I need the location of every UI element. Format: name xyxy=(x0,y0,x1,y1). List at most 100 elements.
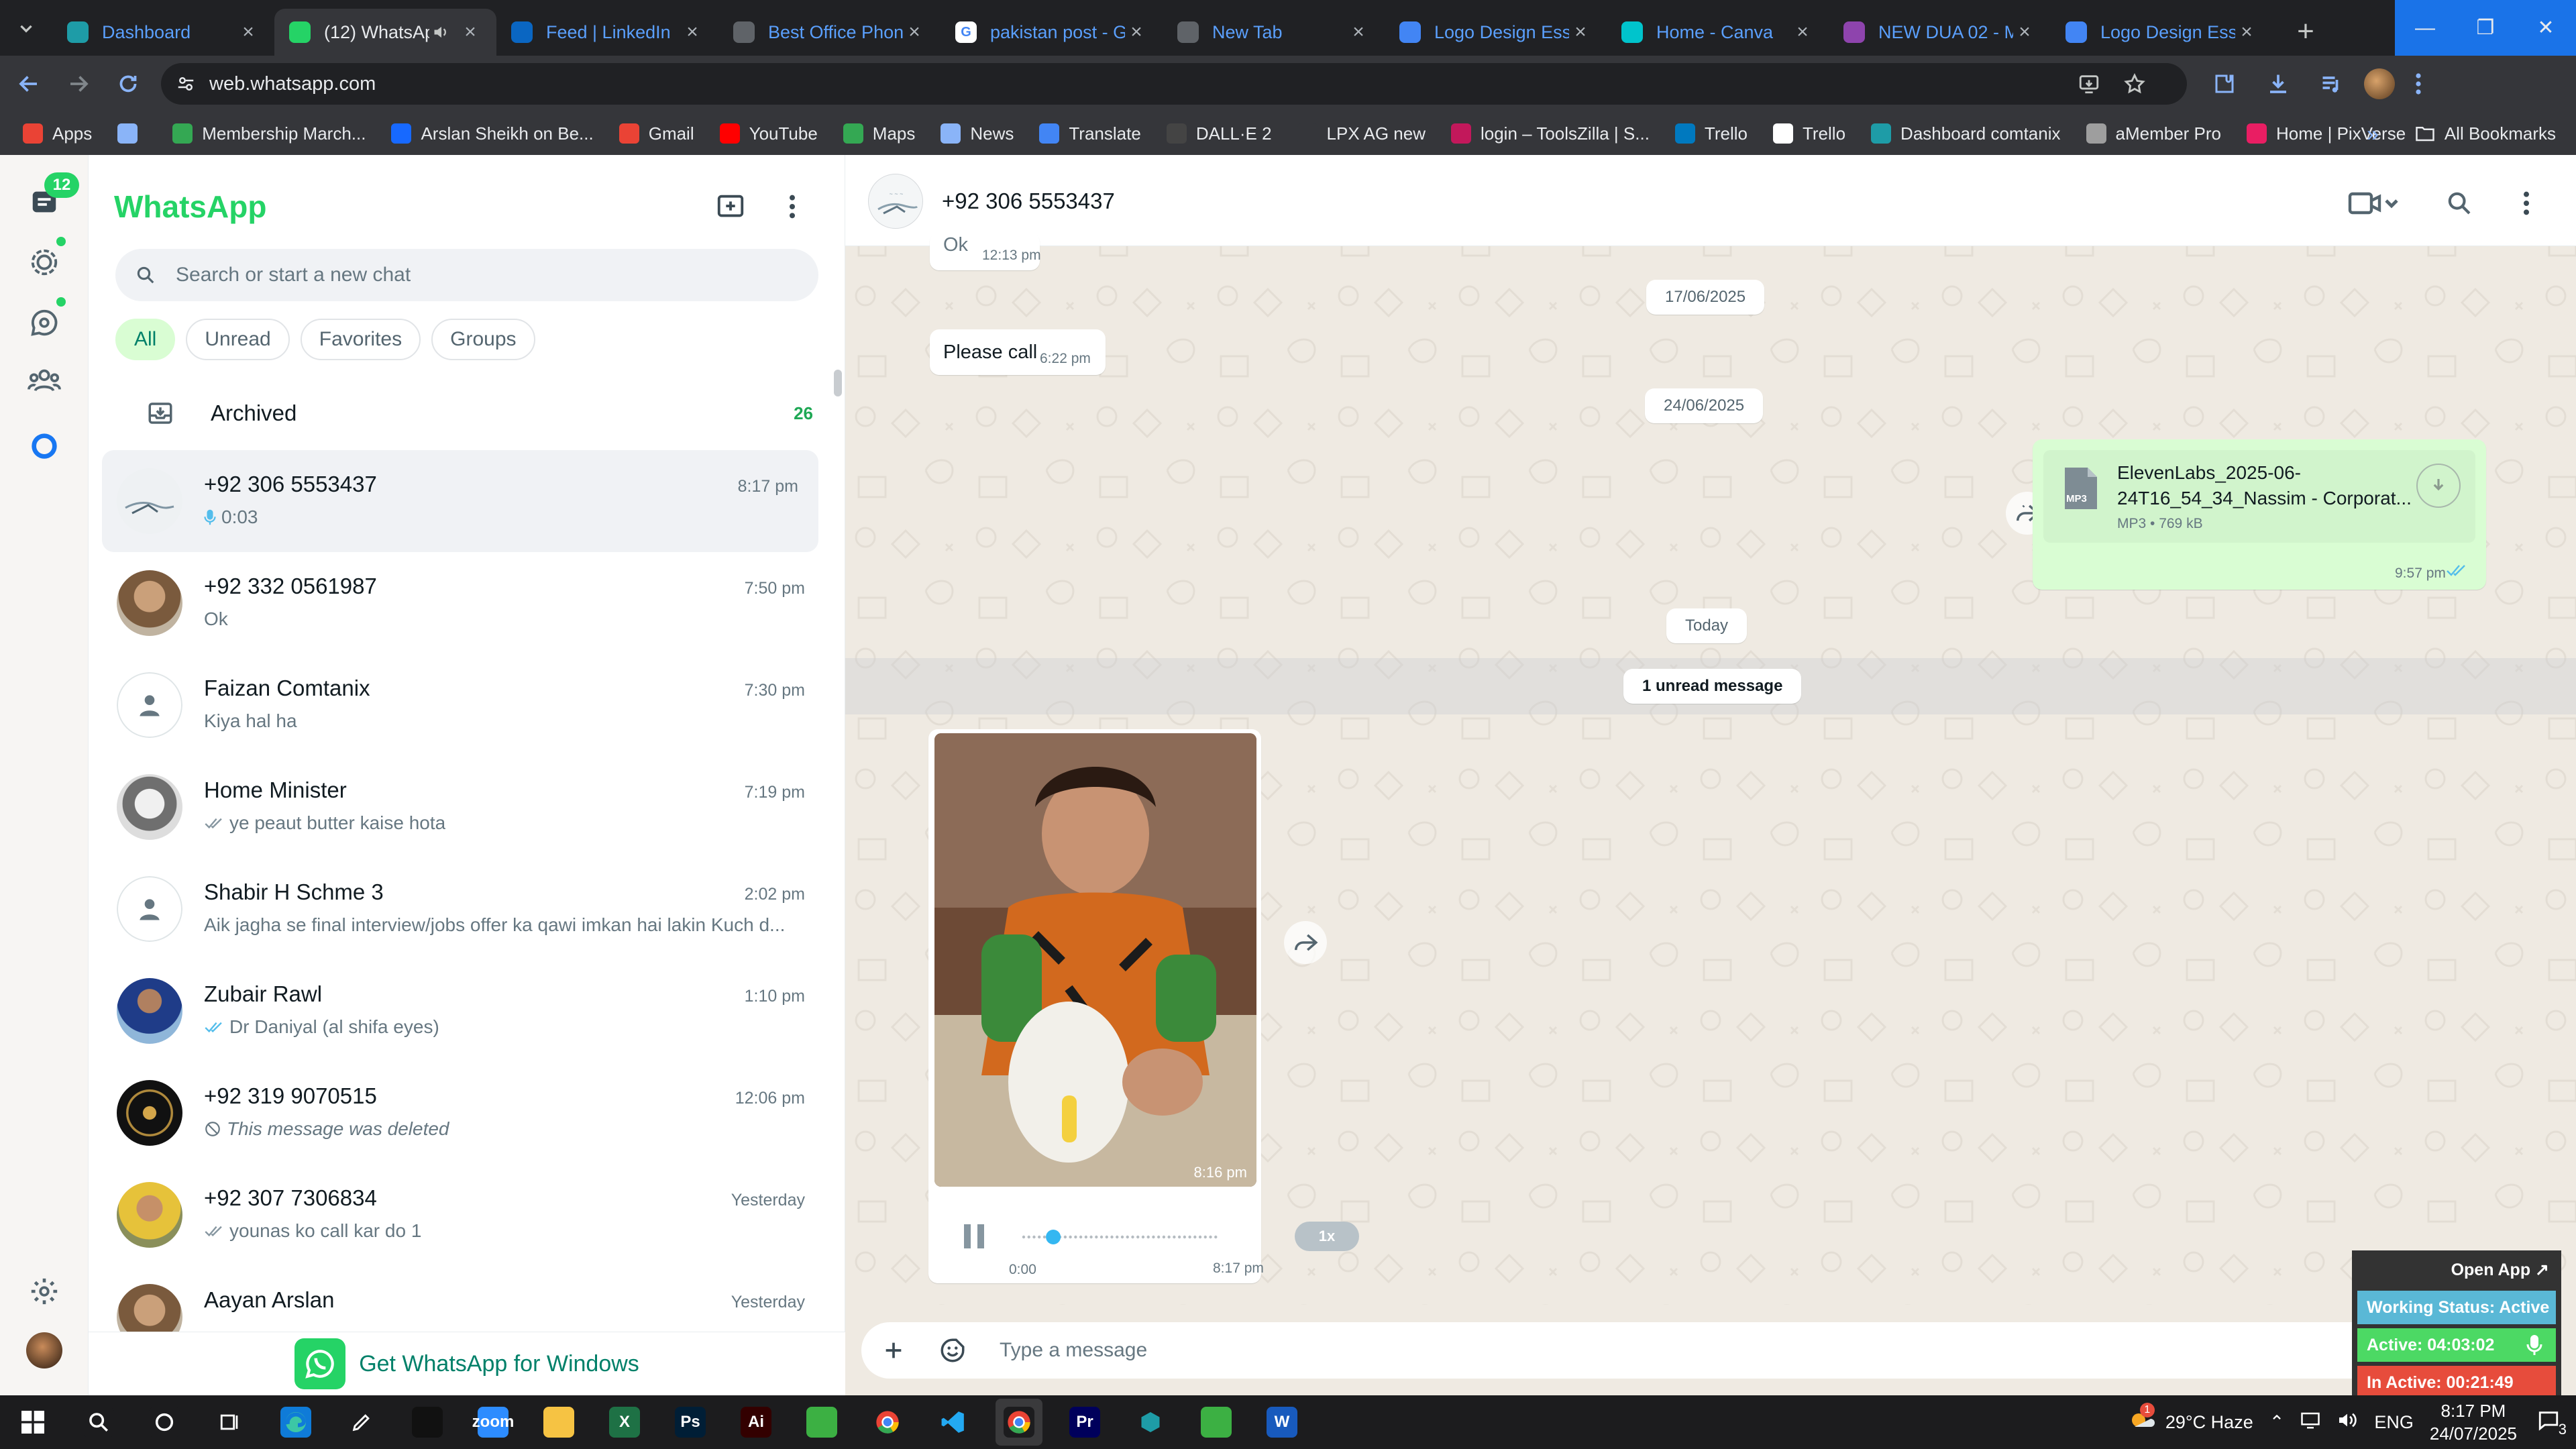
taskbar-photoshop-icon[interactable]: Ps xyxy=(667,1399,714,1446)
browser-tab[interactable]: New Tab × xyxy=(1163,9,1385,56)
video-call-dropdown[interactable] xyxy=(2344,183,2404,223)
taskbar-pen-icon[interactable] xyxy=(338,1399,385,1446)
volume-icon[interactable] xyxy=(2337,1411,2358,1434)
attach-plus-icon[interactable] xyxy=(873,1330,914,1371)
meta-ai-icon[interactable] xyxy=(24,426,64,466)
browser-tab[interactable]: Logo Design Esse × xyxy=(2051,9,2273,56)
close-window-button[interactable]: ✕ xyxy=(2516,0,2576,56)
reload-button[interactable] xyxy=(107,63,149,105)
close-tab-icon[interactable]: × xyxy=(2013,21,2036,44)
filter-favorites[interactable]: Favorites xyxy=(300,319,421,360)
pause-icon[interactable] xyxy=(955,1218,993,1255)
bookmark-item[interactable]: Maps xyxy=(843,123,915,144)
clock[interactable]: 8:17 PM 24/07/2025 xyxy=(2430,1399,2517,1445)
photo-message[interactable]: 8:16 pm xyxy=(934,733,1256,1187)
all-bookmarks-button[interactable]: All Bookmarks xyxy=(2415,123,2556,144)
language-indicator[interactable]: ENG xyxy=(2374,1412,2414,1433)
bookmark-item[interactable]: Membership March... xyxy=(172,123,366,144)
search-input[interactable]: Search or start a new chat xyxy=(115,249,818,301)
archived-row[interactable]: Archived 26 xyxy=(89,376,845,450)
bookmark-item[interactable] xyxy=(117,123,147,144)
filter-all[interactable]: All xyxy=(115,319,176,360)
site-info-icon[interactable] xyxy=(176,74,196,94)
channels-icon[interactable] xyxy=(24,303,64,343)
address-bar[interactable]: web.whatsapp.com xyxy=(161,63,2187,105)
taskbar-zoom-icon[interactable]: zoom xyxy=(470,1399,517,1446)
speaker-icon[interactable] xyxy=(429,23,453,41)
weather-widget[interactable]: 1 29°C Haze xyxy=(2127,1402,2253,1437)
chat-list-scrollbar[interactable] xyxy=(834,370,842,396)
network-icon[interactable] xyxy=(2300,1411,2320,1434)
playback-speed-button[interactable]: 1x xyxy=(1295,1222,1359,1251)
taskbar-start-icon[interactable] xyxy=(9,1399,56,1446)
taskbar-chrome-icon[interactable] xyxy=(864,1399,911,1446)
chat-list-item[interactable]: +92 307 7306834 Yesterday younas ko call k… xyxy=(89,1164,845,1266)
browser-tab[interactable]: Feed | LinkedIn × xyxy=(496,9,718,56)
browser-tab[interactable]: (12) WhatsApp × xyxy=(274,9,496,56)
install-app-icon[interactable] xyxy=(2076,70,2102,97)
close-tab-icon[interactable]: × xyxy=(681,21,704,44)
more-bookmarks-chevron-icon[interactable]: » xyxy=(2367,121,2379,146)
downloads-icon[interactable] xyxy=(2257,62,2300,105)
bookmark-item[interactable]: Dashboard comtanix xyxy=(1871,123,2061,144)
bookmark-star-icon[interactable] xyxy=(2121,70,2148,97)
taskbar-explorer-icon[interactable] xyxy=(535,1399,582,1446)
chat-list-item[interactable]: +92 332 0561987 7:50 pm Ok xyxy=(89,552,845,654)
conversation-header[interactable]: ~ ~ ~ +92 306 5553437 xyxy=(845,155,2576,246)
close-tab-icon[interactable]: × xyxy=(903,21,926,44)
search-messages-icon[interactable] xyxy=(2439,183,2479,223)
chat-list-item[interactable]: Home Minister 7:19 pm ye peaut butter kais… xyxy=(89,756,845,858)
back-button[interactable] xyxy=(8,63,50,105)
message-bubble-in[interactable]: Ok 12:13 pm xyxy=(930,233,1041,270)
close-tab-icon[interactable]: × xyxy=(1569,21,1592,44)
chat-list-item[interactable]: Shabir H Schme 3 2:02 pm Aik jagha se fina… xyxy=(89,858,845,960)
profile-avatar[interactable] xyxy=(2364,68,2395,99)
taskbar-cortana-icon[interactable] xyxy=(141,1399,188,1446)
file-message-bubble[interactable]: MP3 ElevenLabs_2025-06- 24T16_54_34_Nass… xyxy=(2033,439,2486,590)
close-tab-icon[interactable]: × xyxy=(237,21,260,44)
bookmark-item[interactable]: login – ToolsZilla | S... xyxy=(1450,123,1650,144)
forward-icon[interactable] xyxy=(1284,921,1327,964)
show-hidden-icons-chevron-icon[interactable]: ⌃ xyxy=(2269,1412,2285,1433)
chat-list-item[interactable]: +92 319 9070515 12:06 pm This message was … xyxy=(89,1062,845,1164)
filter-groups[interactable]: Groups xyxy=(431,319,535,360)
sticker-emoji-icon[interactable] xyxy=(932,1330,973,1371)
notifications-icon[interactable]: 3 xyxy=(2537,1409,2567,1438)
close-tab-icon[interactable]: × xyxy=(2235,21,2258,44)
tab-search-chevron-icon[interactable] xyxy=(0,0,52,56)
browser-tab[interactable]: Best Office Phone × xyxy=(718,9,941,56)
chat-list-item[interactable]: Faizan Comtanix 7:30 pm Kiya hal ha xyxy=(89,654,845,756)
extensions-icon[interactable] xyxy=(2203,62,2246,105)
browser-tab[interactable]: NEW DUA 02 - M × xyxy=(1829,9,2051,56)
voice-progress-knob[interactable] xyxy=(1046,1230,1061,1244)
bookmark-item[interactable]: Apps xyxy=(23,123,92,144)
bookmark-item[interactable]: Trello xyxy=(1772,123,1845,144)
browser-tab[interactable]: Home - Canva × xyxy=(1607,9,1829,56)
close-tab-icon[interactable]: × xyxy=(459,21,482,44)
close-tab-icon[interactable]: × xyxy=(1791,21,1814,44)
get-whatsapp-for-windows-link[interactable]: Get WhatsApp for Windows xyxy=(89,1332,845,1395)
contact-avatar[interactable]: ~ ~ ~ xyxy=(868,174,923,229)
taskbar-task-view-icon[interactable] xyxy=(207,1399,254,1446)
bookmark-item[interactable]: aMember Pro xyxy=(2086,123,2221,144)
open-app-link[interactable]: Open App ↗ xyxy=(2451,1260,2549,1280)
taskbar-vscode-icon[interactable] xyxy=(930,1399,977,1446)
chat-list-item[interactable]: +92 306 5553437 8:17 pm 0:03 xyxy=(102,450,818,552)
voice-progress-bar[interactable] xyxy=(1020,1227,1234,1247)
close-tab-icon[interactable]: × xyxy=(1125,21,1148,44)
bookmark-item[interactable]: Arslan Sheikh on Be... xyxy=(391,123,594,144)
taskbar-green-app-icon[interactable] xyxy=(798,1399,845,1446)
communities-icon[interactable] xyxy=(24,360,64,400)
microphone-icon[interactable] xyxy=(2526,1334,2542,1361)
forward-button[interactable] xyxy=(58,63,99,105)
message-input[interactable]: Type a message xyxy=(861,1322,2538,1379)
bookmark-item[interactable]: Translate xyxy=(1039,123,1141,144)
taskbar-premiere-icon[interactable]: Pr xyxy=(1061,1399,1108,1446)
media-control-icon[interactable] xyxy=(2310,62,2353,105)
new-chat-icon[interactable] xyxy=(707,183,754,230)
menu-dots-icon[interactable] xyxy=(769,183,816,230)
my-profile-avatar[interactable] xyxy=(24,1330,64,1371)
download-icon[interactable] xyxy=(2416,464,2461,508)
browser-tab[interactable]: Logo Design Esse × xyxy=(1385,9,1607,56)
bookmark-item[interactable]: News xyxy=(941,123,1014,144)
